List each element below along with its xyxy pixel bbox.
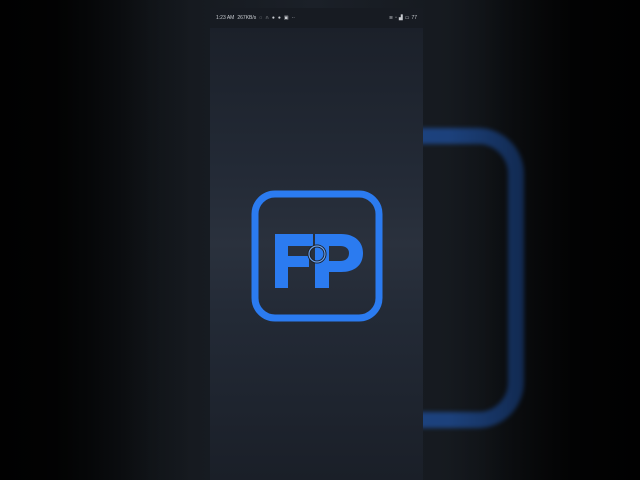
logo-letter-f <box>275 234 313 288</box>
gallery-icon: ▣ <box>283 14 289 21</box>
headset-icon: ∩ <box>265 14 269 21</box>
battery-level: 77 <box>411 15 417 21</box>
shield-icon: ◌ <box>259 14 263 21</box>
status-bar: 1:23 AM 267KB/s ◌ ∩ ● ● ▣ ·· ≋ ▫ ▟ ▭ 77 <box>210 8 423 28</box>
whatsapp-icon: ● <box>271 14 275 21</box>
video-frame: 1:23 AM 267KB/s ◌ ∩ ● ● ▣ ·· ≋ ▫ ▟ ▭ 77 <box>0 0 640 480</box>
more-dots-icon: ·· <box>291 14 295 21</box>
battery-icon: ▭ <box>404 14 410 21</box>
signal-icon: ▟ <box>398 14 403 21</box>
chrome-icon: ● <box>277 14 281 21</box>
wifi-icon: ≋ <box>388 14 394 21</box>
fp-app-logo <box>251 190 383 322</box>
status-bar-right: ≋ ▫ ▟ ▭ 77 <box>389 15 417 21</box>
status-bar-left: 1:23 AM 267KB/s ◌ ∩ ● ● ▣ ·· <box>216 15 389 21</box>
phone-screen: 1:23 AM 267KB/s ◌ ∩ ● ● ▣ ·· ≋ ▫ ▟ ▭ 77 <box>210 8 423 480</box>
alarm-icon: ▫ <box>395 14 397 21</box>
network-speed: 267KB/s <box>237 15 257 21</box>
status-time: 1:23 AM <box>216 15 235 21</box>
